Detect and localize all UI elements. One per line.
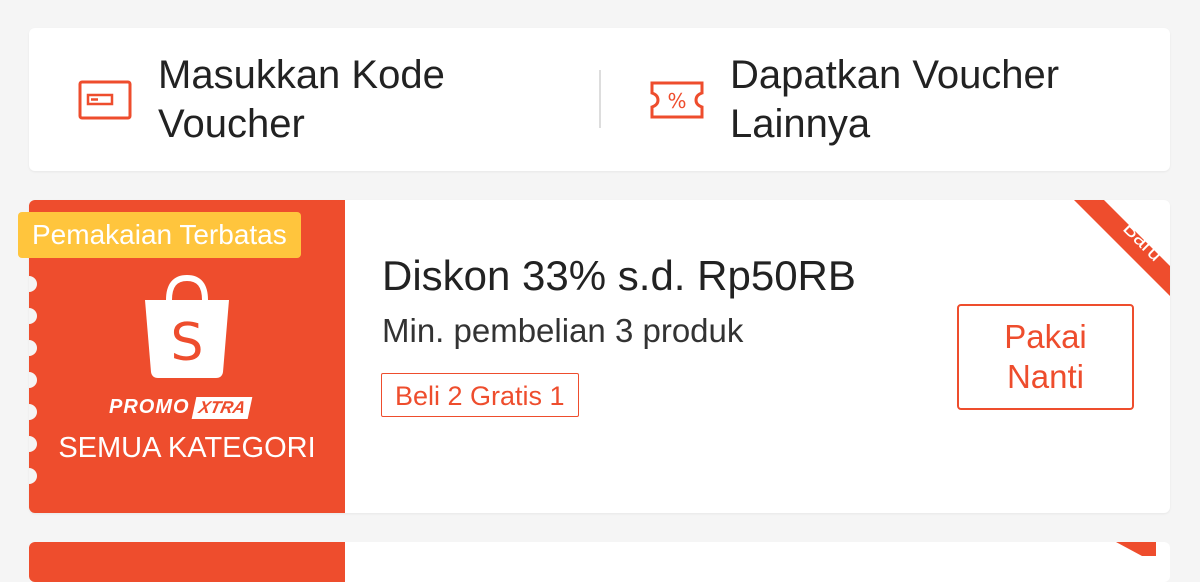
ticket-notch	[29, 340, 37, 356]
next-voucher-card[interactable]	[29, 542, 1170, 582]
get-more-vouchers-label: Dapatkan Voucher Lainnya	[730, 52, 1060, 146]
limited-usage-badge: Pemakaian Terbatas	[18, 212, 301, 258]
shopping-bag-icon: S	[145, 274, 229, 378]
voucher-actions-card: Masukkan Kode Voucher % Dapatkan Voucher…	[29, 28, 1170, 171]
ticket-notch	[29, 308, 37, 324]
voucher-tag: Beli 2 Gratis 1	[381, 373, 579, 417]
enter-voucher-code-label: Masukkan Kode Voucher	[158, 52, 445, 146]
use-later-button[interactable]: Pakai Nanti	[957, 304, 1134, 410]
voucher-code-icon	[77, 78, 133, 122]
voucher-category: SEMUA KATEGORI	[58, 432, 316, 464]
ticket-notch	[29, 276, 37, 292]
discount-ticket-icon: %	[649, 78, 705, 122]
svg-text:%: %	[667, 89, 686, 113]
voucher-min-purchase: Min. pembelian 3 produk	[382, 312, 744, 349]
next-voucher-brand-panel	[29, 542, 345, 582]
voucher-title: Diskon 33% s.d. Rp50RB	[382, 252, 856, 299]
get-more-vouchers-action[interactable]: % Dapatkan Voucher Lainnya	[649, 28, 1059, 171]
ticket-notch	[29, 372, 37, 388]
actions-divider	[599, 70, 601, 128]
enter-voucher-code-action[interactable]: Masukkan Kode Voucher	[77, 28, 445, 171]
ticket-notch	[29, 404, 37, 420]
promo-xtra-logo: PROMO XTRA	[109, 396, 253, 419]
svg-text:S: S	[170, 313, 203, 373]
new-ribbon: Baru	[1074, 200, 1170, 301]
ticket-notch	[29, 468, 37, 484]
next-new-ribbon	[1116, 542, 1156, 556]
